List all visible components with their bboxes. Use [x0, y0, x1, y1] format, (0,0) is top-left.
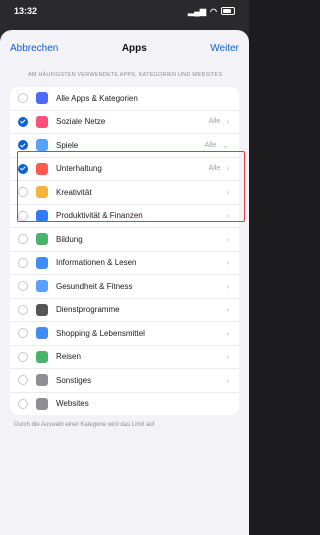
list-item-label: Sonstiges [56, 375, 92, 385]
checkmark-empty-icon[interactable] [18, 257, 28, 268]
list-item-value: Alle [208, 165, 221, 173]
paper-plane-icon [36, 209, 48, 222]
chevron-right-icon: › [226, 164, 229, 174]
popcorn-icon [36, 162, 48, 175]
page-title: Apps [121, 42, 147, 54]
cancel-button[interactable]: Abbrechen [10, 43, 58, 54]
footer-note: Durch die Auswahl einer Kategorie wird d… [14, 422, 155, 428]
list-item[interactable]: Sonstiges › [10, 369, 239, 393]
list-item[interactable]: Alle Apps & Kategorien [10, 87, 239, 111]
category-list: Alle Apps & Kategorien Soziale Netze Alle ›… [10, 87, 239, 415]
list-item-value: Alle [208, 118, 221, 126]
list-item-label: Informationen & Lesen [56, 258, 137, 268]
checkmark-empty-icon[interactable] [18, 210, 28, 221]
checkmark-empty-icon[interactable] [18, 328, 28, 339]
ellipsis-icon [36, 374, 48, 387]
status-bar: 13:32 ▂▄▆ ◠ [0, 0, 249, 22]
calculator-icon [36, 303, 48, 316]
status-time: 13:32 [14, 6, 38, 16]
list-item[interactable]: Produktivität & Finanzen › [10, 205, 239, 228]
checkmark-empty-icon[interactable] [18, 93, 28, 104]
navigation-bar: Abbrechen Apps Weiter [0, 30, 249, 66]
chevron-right-icon: › [226, 281, 229, 291]
chevron-right-icon: › [226, 352, 229, 362]
checkmark-empty-icon[interactable] [18, 351, 28, 362]
chevron-right-icon: › [226, 211, 229, 221]
chevron-right-icon: › [226, 375, 229, 385]
list-item[interactable]: Reisen › [10, 346, 239, 369]
compass-icon [36, 397, 48, 410]
list-item[interactable]: Websites [10, 393, 239, 416]
checkmark-empty-icon[interactable] [18, 398, 28, 409]
list-item[interactable]: Bildung › [10, 228, 239, 252]
phone-screen: 13:32 ▂▄▆ ◠ Abbrechen Apps Weiter AM HÄU… [0, 0, 249, 535]
chevron-right-icon: › [226, 187, 229, 197]
list-item-label: Reisen [56, 352, 81, 362]
list-item-value: Alle [204, 141, 217, 149]
list-item[interactable]: Unterhaltung Alle › [10, 158, 239, 181]
list-item-label: Spiele [56, 140, 79, 150]
stack-icon [36, 92, 48, 105]
palette-icon [36, 186, 48, 199]
chevron-down-icon: ⌄ [222, 140, 229, 150]
chevron-right-icon: › [226, 117, 229, 127]
app-limits-sheet: Abbrechen Apps Weiter AM HÄUFIGSTEN VERW… [0, 30, 249, 535]
battery-icon [221, 7, 235, 15]
list-item[interactable]: Gesundheit & Fitness › [10, 275, 239, 299]
checkmark-empty-icon[interactable] [18, 234, 28, 245]
checkmark-selected-icon[interactable] [18, 140, 28, 151]
list-item-label: Produktivität & Finanzen [56, 211, 143, 221]
checkmark-selected-icon[interactable] [18, 116, 28, 127]
chat-bubble-icon [36, 115, 48, 128]
list-item-label: Dienstprogramme [56, 305, 120, 315]
list-item[interactable]: Shopping & Lebensmittel › [10, 322, 239, 346]
book-icon [36, 256, 48, 269]
chevron-right-icon: › [226, 328, 229, 338]
list-item[interactable]: Spiele Alle ⌄ [10, 134, 239, 158]
list-item-label: Bildung [56, 234, 83, 244]
list-item[interactable]: Kreativität › [10, 181, 239, 205]
list-item-label: Soziale Netze [56, 117, 106, 127]
list-item[interactable]: Informationen & Lesen › [10, 252, 239, 275]
list-item[interactable]: Dienstprogramme › [10, 299, 239, 322]
checkmark-selected-icon[interactable] [18, 163, 28, 174]
globe-icon [36, 233, 48, 246]
signal-icon: ▂▄▆ [188, 6, 207, 16]
next-button[interactable]: Weiter [210, 43, 239, 54]
checkmark-empty-icon[interactable] [18, 375, 28, 386]
list-item-label: Unterhaltung [56, 164, 102, 174]
list-item[interactable]: Soziale Netze Alle › [10, 111, 239, 134]
list-item-label: Gesundheit & Fitness [56, 281, 133, 291]
chevron-right-icon: › [226, 234, 229, 244]
checkmark-empty-icon[interactable] [18, 304, 28, 315]
palm-tree-icon [36, 350, 48, 363]
list-item-label: Websites [56, 399, 89, 409]
rocket-icon [36, 139, 48, 152]
chevron-right-icon: › [226, 258, 229, 268]
bicycle-icon [36, 280, 48, 293]
checkmark-empty-icon[interactable] [18, 187, 28, 198]
list-item-label: Kreativität [56, 187, 92, 197]
list-item-label: Shopping & Lebensmittel [56, 328, 145, 338]
list-item-label: Alle Apps & Kategorien [56, 93, 138, 103]
chevron-right-icon: › [226, 305, 229, 315]
checkmark-empty-icon[interactable] [18, 281, 28, 292]
section-caption: AM HÄUFIGSTEN VERWENDETE APPS, KATEGORIE… [28, 72, 223, 78]
wifi-icon: ◠ [210, 6, 217, 16]
status-icons: ▂▄▆ ◠ [188, 7, 235, 16]
shopping-bag-icon [36, 327, 48, 340]
